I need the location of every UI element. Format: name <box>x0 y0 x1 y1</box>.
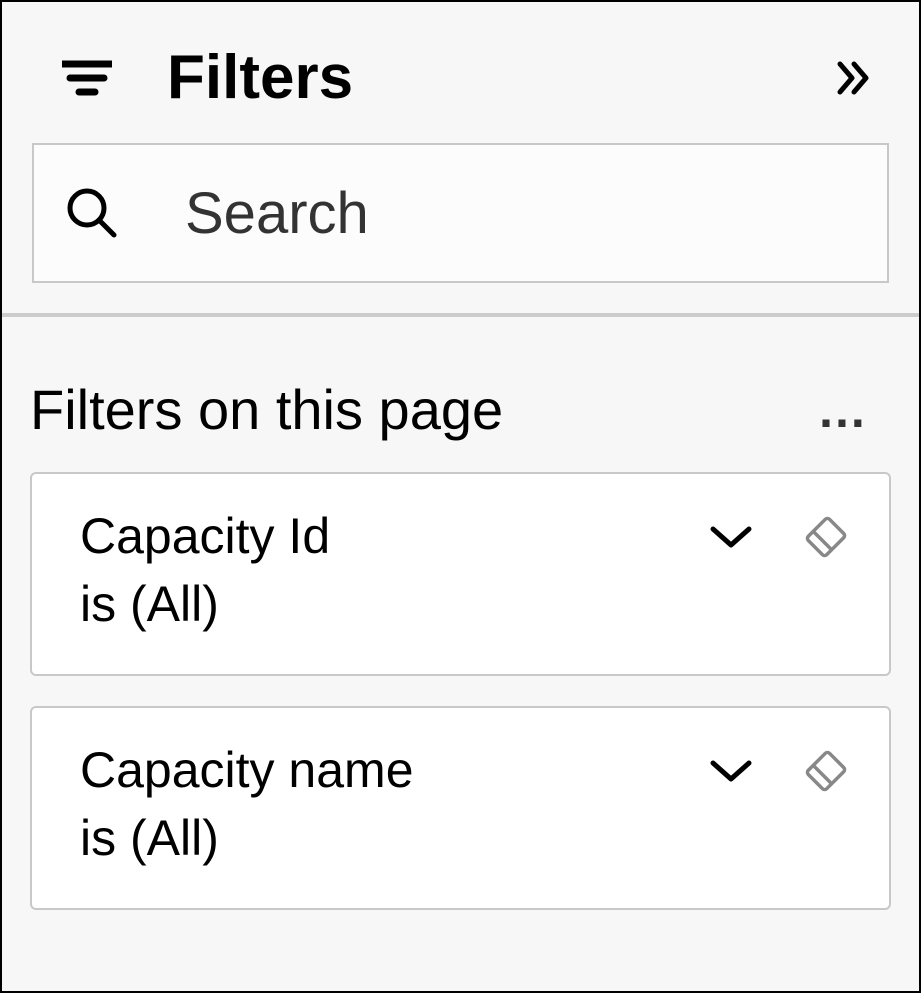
section-header: Filters on this page … <box>2 317 919 472</box>
filter-icon <box>62 58 112 98</box>
section-title: Filters on this page <box>30 377 807 442</box>
filter-value: is (All) <box>80 803 709 873</box>
expand-filter-button[interactable] <box>709 757 753 785</box>
search-container <box>2 143 919 313</box>
collapse-panel-button[interactable] <box>829 53 879 103</box>
expand-filter-button[interactable] <box>709 523 753 551</box>
chevron-double-right-icon <box>834 58 874 98</box>
filters-panel-header: Filters <box>2 2 919 143</box>
panel-title: Filters <box>167 42 829 113</box>
search-box[interactable] <box>32 143 889 283</box>
filter-cards-list: Capacity Id is (All) Capacity name <box>2 472 919 910</box>
filter-card-capacity-id[interactable]: Capacity Id is (All) <box>30 472 891 676</box>
search-icon <box>64 183 120 243</box>
more-options-button[interactable]: … <box>807 381 879 439</box>
clear-filter-button[interactable] <box>803 514 849 560</box>
filter-actions <box>709 738 849 794</box>
eraser-icon <box>803 514 849 560</box>
chevron-down-icon <box>709 757 753 785</box>
filter-text: Capacity name is (All) <box>80 738 709 873</box>
filter-text: Capacity Id is (All) <box>80 504 709 639</box>
ellipsis-icon: … <box>817 382 869 438</box>
filter-card-capacity-name[interactable]: Capacity name is (All) <box>30 706 891 910</box>
chevron-down-icon <box>709 523 753 551</box>
filter-actions <box>709 504 849 560</box>
filter-value: is (All) <box>80 569 709 639</box>
filter-name: Capacity name <box>80 738 709 803</box>
eraser-icon <box>803 748 849 794</box>
clear-filter-button[interactable] <box>803 748 849 794</box>
search-input[interactable] <box>185 180 857 247</box>
filter-name: Capacity Id <box>80 504 709 569</box>
